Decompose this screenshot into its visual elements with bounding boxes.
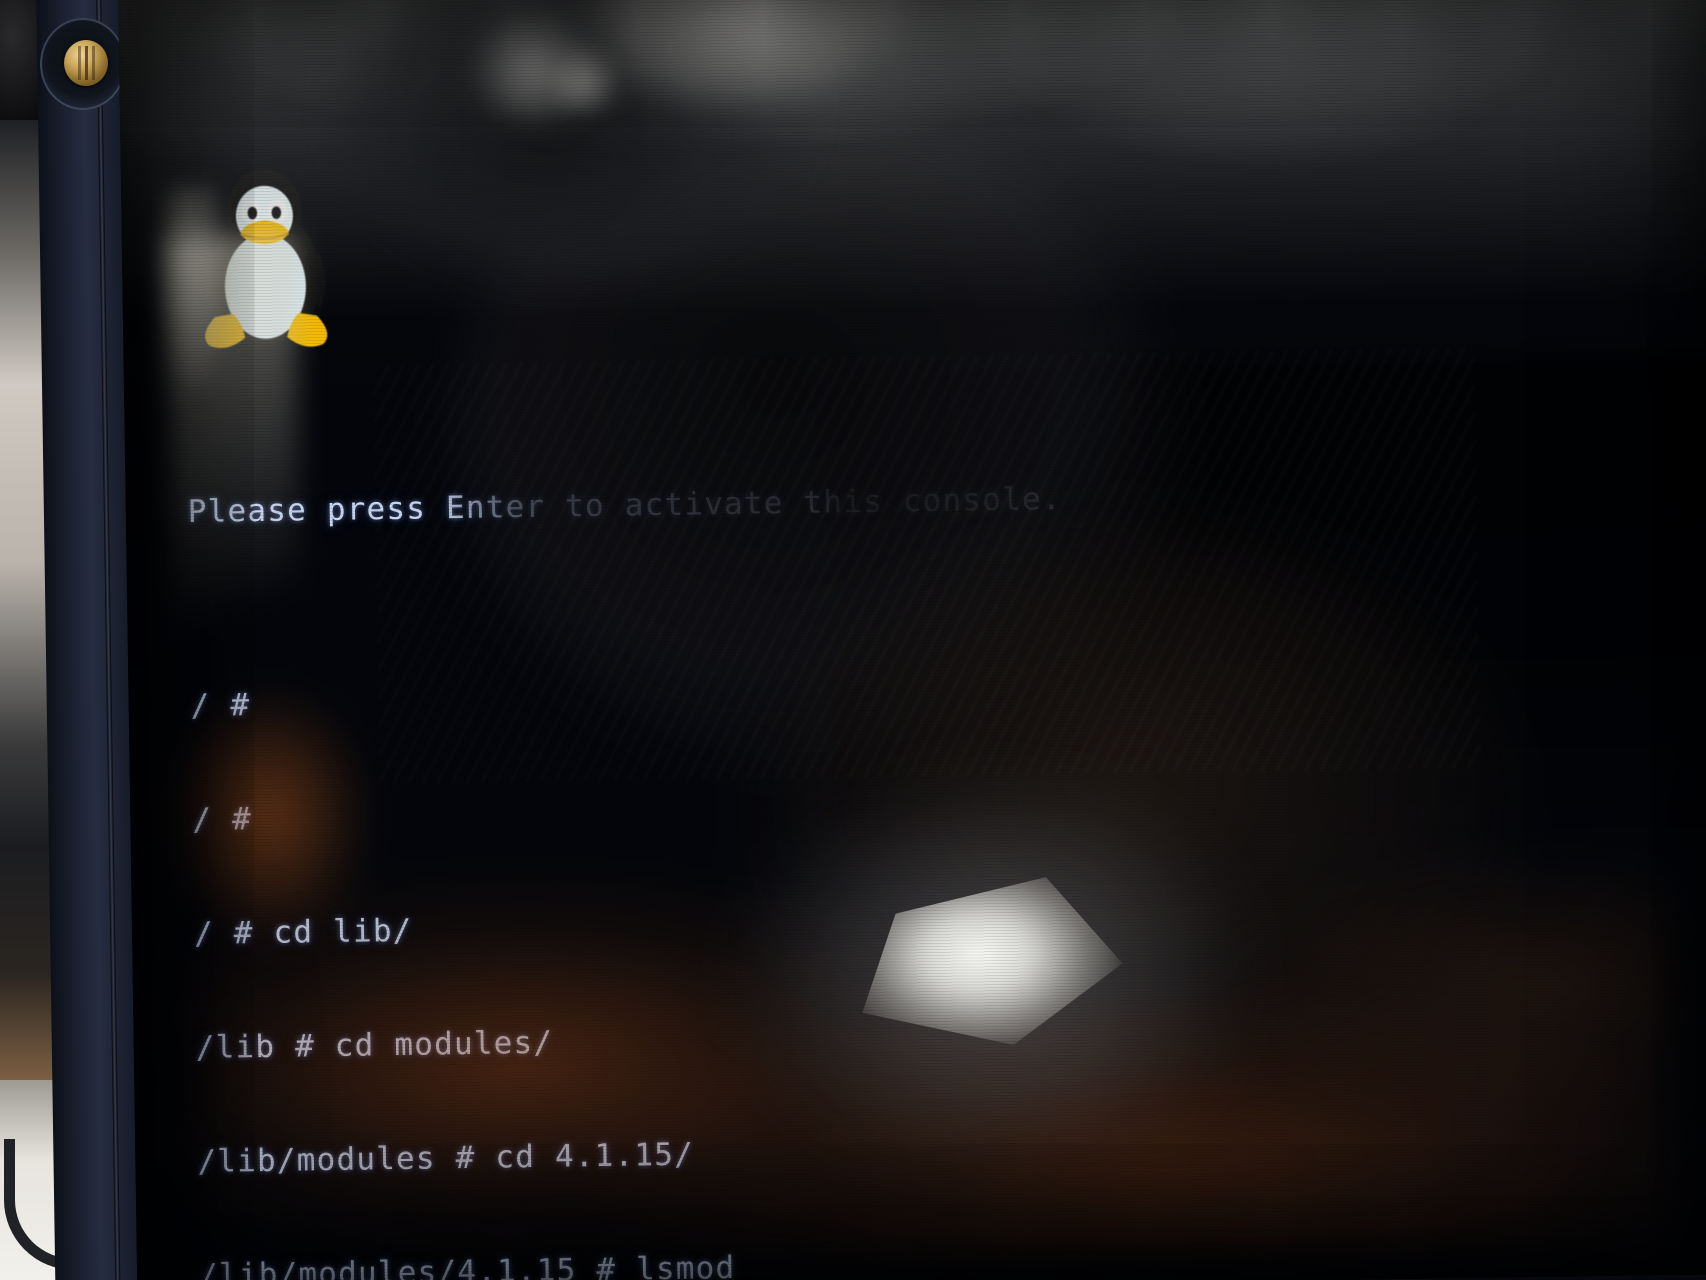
console-banner: Please press Enter to activate this cons…	[187, 481, 1062, 531]
linux-console: Please press Enter to activate this cons…	[180, 0, 1571, 1280]
console-prompt-line: / #	[190, 687, 251, 724]
console-prompt-line: /lib # cd modules/	[195, 1024, 554, 1066]
console-command-lsmod: /lib/modules/4.1.15 # lsmod	[198, 1249, 736, 1280]
console-prompt-line: / # cd lib/	[193, 912, 413, 952]
console-prompt-line: / #	[192, 801, 253, 838]
console-prompt-line: /lib/modules # cd 4.1.15/	[197, 1136, 695, 1180]
screw-icon	[64, 40, 108, 86]
monitor-screen: Please press Enter to activate this cons…	[118, 0, 1706, 1280]
photo-scene: Please press Enter to activate this cons…	[0, 0, 1706, 1280]
tux-penguin-logo	[205, 169, 328, 348]
